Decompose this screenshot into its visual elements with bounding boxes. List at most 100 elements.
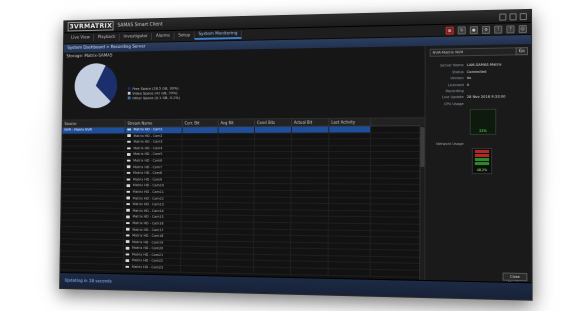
table-cell <box>291 190 329 197</box>
close-monitor-button[interactable]: Close Monitor <box>502 272 528 285</box>
table-cell <box>291 152 330 158</box>
col-cond-bits[interactable]: Cond Bits <box>255 119 292 127</box>
logo-text: MATRIX <box>83 22 113 31</box>
camera-icon <box>127 146 131 150</box>
settings-icon[interactable]: ⚙ <box>481 25 491 34</box>
col-avg-bit[interactable]: Avg Bit <box>218 119 256 127</box>
server-select[interactable]: NVR-Matrix NVR ▾ <box>429 47 527 57</box>
side-panel: NVR-Matrix NVR ▾ Go Server Name LAM-SAMA… <box>424 44 532 285</box>
maximize-button[interactable] <box>509 12 517 20</box>
cell-text: Matrix HD - Cam21 <box>131 252 164 257</box>
table-cell <box>328 204 371 211</box>
table-cell: Matrix HD - Cam8 <box>124 171 183 177</box>
network-row: Network Usage <box>429 141 527 147</box>
table-cell <box>328 223 371 230</box>
user-icon[interactable]: ☺ <box>518 24 527 33</box>
info-value: 28 Nov 2016 9:33:00 <box>466 94 506 100</box>
table-cell <box>181 247 218 254</box>
table-cell <box>253 267 291 274</box>
minimize-button[interactable] <box>499 12 507 21</box>
grid-icon[interactable]: ▦ <box>445 26 454 35</box>
table-cell <box>291 133 330 139</box>
table-cell <box>329 139 372 145</box>
table-cell <box>291 139 330 146</box>
go-button[interactable]: Go <box>515 47 528 56</box>
table-cell <box>218 146 255 152</box>
table-cell <box>181 259 218 266</box>
table-cell <box>61 214 125 221</box>
table-cell <box>217 215 255 222</box>
tab-alarms[interactable]: Alarms <box>152 32 175 40</box>
table-cell <box>328 243 371 250</box>
cell-text: Matrix HD - Cam23 <box>131 265 164 270</box>
table-cell <box>181 183 219 190</box>
table-cell <box>254 184 292 190</box>
table-body: NVR - Matrix NVR Matrix HD - Cam1 Matrix H… <box>60 126 425 278</box>
table-cell <box>218 133 255 139</box>
table-cell <box>61 195 125 202</box>
table-cell <box>291 210 329 217</box>
alert-icon[interactable]: ! <box>494 25 503 34</box>
tab-live-view[interactable]: Live View <box>67 34 95 42</box>
camera-icon <box>126 209 130 212</box>
col-actual-bit[interactable]: Actual Bit <box>291 118 330 126</box>
table-cell <box>218 152 255 158</box>
table-cell <box>328 262 371 269</box>
table-cell <box>217 203 255 209</box>
table-cell <box>61 170 125 177</box>
table-cell <box>62 140 126 146</box>
tab-playback[interactable]: Playback <box>94 33 121 42</box>
table-cell <box>182 177 219 184</box>
cell-text: Matrix HD - Cam13 <box>132 202 164 207</box>
table-cell <box>218 171 255 177</box>
close-window-button[interactable] <box>519 12 527 20</box>
table-cell <box>181 240 218 247</box>
camera-icon <box>127 128 131 131</box>
toolbar-icons: ▦ ↻ ● ⚙ ! ? ☺ <box>445 24 527 35</box>
table-cell <box>182 146 219 152</box>
refresh-icon[interactable]: ↻ <box>457 25 466 34</box>
table-cell <box>60 238 125 246</box>
table-cell <box>253 248 292 255</box>
table-cell <box>329 132 372 139</box>
table-cell <box>61 183 125 189</box>
col-curr-bit[interactable]: Curr. Bit <box>182 119 219 127</box>
camera-icon <box>125 228 130 231</box>
camera-icon <box>126 184 131 187</box>
table-cell <box>62 158 126 164</box>
tab-setup[interactable]: Setup <box>174 32 195 40</box>
table-cell <box>217 190 255 197</box>
table-cell <box>254 229 292 236</box>
table-cell: Matrix HD - Cam3 <box>125 139 183 146</box>
table-cell <box>62 133 126 140</box>
table-cell: Matrix HD - Cam9 <box>124 177 183 183</box>
tab-system-monitoring[interactable]: System Monitoring <box>194 30 243 40</box>
table-cell <box>291 197 329 204</box>
help-icon[interactable]: ? <box>506 24 515 33</box>
info-key: Version <box>450 76 464 81</box>
col-last-activity[interactable]: Last Activity <box>329 118 372 126</box>
app-logo: 3VRMATRIX <box>67 21 114 32</box>
table-cell <box>254 216 292 223</box>
camera-icon <box>126 196 131 200</box>
screenshot-stage: 3VRMATRIX SAMAS Smart Client Live View P… <box>0 0 568 311</box>
table-cell <box>291 126 330 133</box>
table-cell <box>329 158 372 165</box>
col-source[interactable]: Source <box>62 120 126 127</box>
tab-investigator[interactable]: Investigator <box>119 33 153 41</box>
table-cell <box>60 226 125 233</box>
table-cell <box>290 255 329 262</box>
table-cell <box>62 146 126 152</box>
table-cell <box>217 222 255 229</box>
table-cell <box>62 152 126 158</box>
table-cell <box>291 145 330 152</box>
table-cell <box>254 197 292 203</box>
table-cell: Matrix HD - Cam14 <box>124 208 182 215</box>
col-stream-name[interactable]: Stream Name <box>125 119 183 127</box>
table-cell: Matrix HD - Cam18 <box>124 233 182 240</box>
legend-swatch <box>127 91 131 95</box>
cell-text: Matrix HD - Cam5 <box>133 152 163 157</box>
table-cell <box>254 177 292 184</box>
record-icon[interactable]: ● <box>469 25 478 34</box>
camera-icon <box>126 190 131 193</box>
